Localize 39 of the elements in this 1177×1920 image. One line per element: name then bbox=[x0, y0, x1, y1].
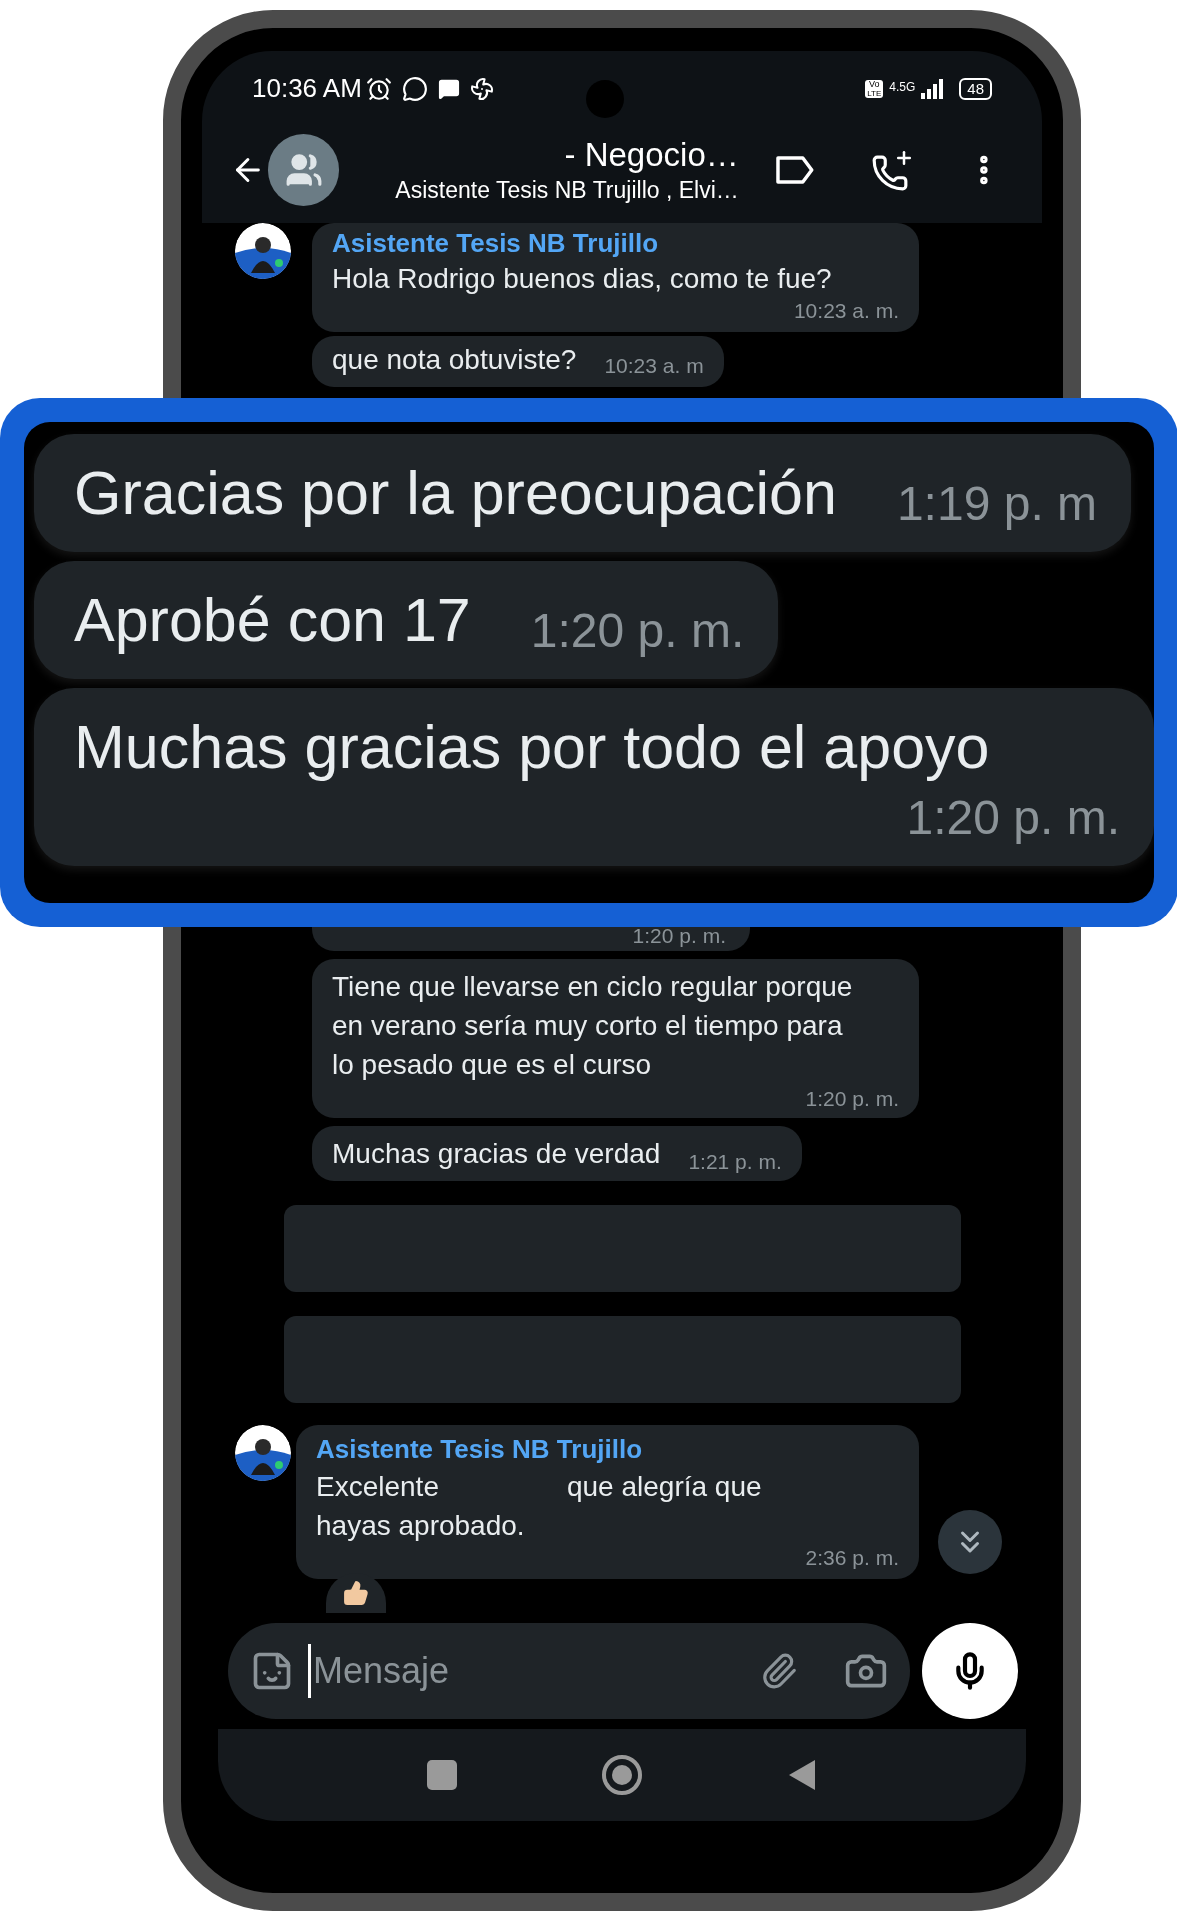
message-time: 1:20 p. m. bbox=[804, 1086, 899, 1112]
message-time: 1:20 p. m. bbox=[529, 603, 745, 659]
message-text: Muchas gracias por todo el apoyo bbox=[74, 712, 990, 783]
message-text: Tiene que llevarse en ciclo regular porque en verano sería muy corto el tiempo para lo pesado que es el curso bbox=[332, 970, 854, 1082]
message-text: Muchas gracias de verdad bbox=[332, 1137, 661, 1171]
message-time: 2:36 p. m. bbox=[805, 1545, 899, 1571]
signal-icon bbox=[921, 78, 946, 99]
message-time: 1:21 p. m. bbox=[687, 1149, 782, 1175]
volte-text: Vo bbox=[869, 79, 880, 89]
chat-bubble-icon bbox=[401, 75, 428, 102]
message-text: Excelente que alegría que hayas aprobado. bbox=[316, 1470, 763, 1543]
thumbs-up-icon bbox=[343, 1580, 369, 1606]
message-time: 10:23 a. m. bbox=[792, 298, 899, 324]
chat-title[interactable]: - Negocio… bbox=[564, 134, 739, 175]
message-time: 1:20 p. m. bbox=[632, 923, 726, 949]
message-text: que nota obtuviste? bbox=[332, 343, 577, 377]
volte-text: LTE bbox=[867, 88, 882, 98]
back-button[interactable] bbox=[787, 1758, 817, 1792]
message-text: Aprobé con 17 bbox=[74, 585, 471, 656]
message-input[interactable]: Mensaje bbox=[228, 1623, 910, 1719]
message-text: Hola Rodrigo buenos dias, como te fue? bbox=[332, 262, 832, 296]
attach-icon[interactable] bbox=[760, 1652, 798, 1690]
message-field[interactable]: Mensaje bbox=[308, 1644, 750, 1698]
network-type: 4.5G bbox=[889, 78, 916, 96]
battery-level: 48 bbox=[967, 81, 984, 96]
pinwheel-icon bbox=[469, 76, 494, 101]
message-text: Gracias por la preocupación bbox=[74, 458, 837, 529]
message-time: 10:23 a. m bbox=[603, 353, 704, 379]
label-icon[interactable] bbox=[774, 154, 815, 185]
message-time: 1:19 p. m bbox=[895, 476, 1098, 532]
sender-name: Asistente Tesis NB Trujillo bbox=[316, 1433, 644, 1466]
chat-subtitle: Asistente Tesis NB Trujillo , Elvi… bbox=[395, 175, 739, 205]
message-icon bbox=[437, 77, 460, 100]
sender-name: Asistente Tesis NB Trujillo bbox=[332, 227, 660, 259]
alarm-icon bbox=[365, 75, 392, 102]
message-time: 1:20 p. m. bbox=[905, 790, 1120, 846]
home-button[interactable] bbox=[602, 1755, 642, 1795]
status-time: 10:36 AM bbox=[252, 72, 362, 105]
recents-button[interactable] bbox=[427, 1760, 457, 1790]
